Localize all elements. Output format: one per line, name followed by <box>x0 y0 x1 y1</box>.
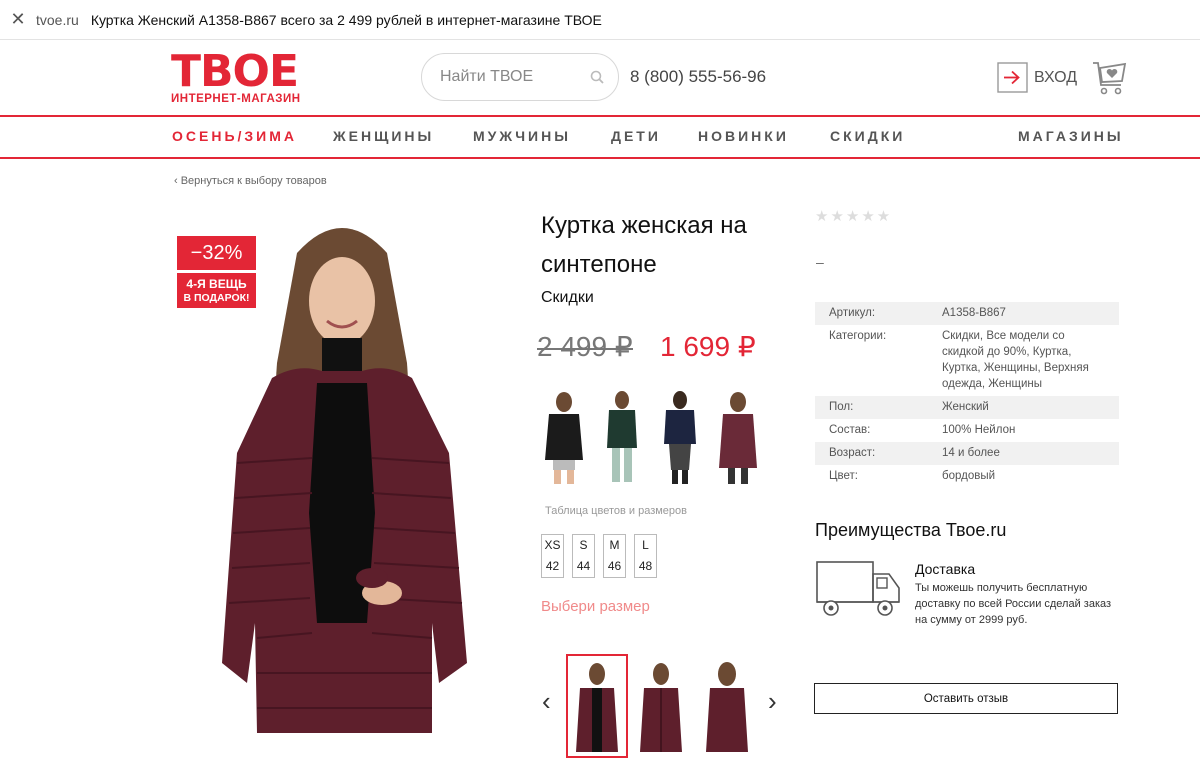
attr-value: Женский <box>942 396 1119 419</box>
promo-badge-line2: В ПОДАРОК! <box>183 292 250 304</box>
browser-tab-bar: ✕ tvoe.ru Куртка Женский A1358-B867 всег… <box>0 0 1200 40</box>
attr-key: Возраст: <box>815 442 942 465</box>
table-row: Артикул: A1358-B867 <box>815 302 1119 325</box>
choose-size-prompt: Выбери размер <box>541 598 650 615</box>
size-label: XS <box>544 538 561 552</box>
attr-value: A1358-B867 <box>942 302 1119 325</box>
size-option-xs[interactable]: XS 42 <box>541 534 564 578</box>
login-button[interactable]: ВХОД <box>997 62 1077 93</box>
size-number: 42 <box>545 559 560 573</box>
size-option-m[interactable]: M 46 <box>603 534 626 578</box>
thumbnail-back[interactable] <box>698 656 756 756</box>
thumbnail-front-zipped[interactable] <box>632 656 690 756</box>
attr-value: 100% Нейлон <box>942 424 1016 436</box>
advantages-title: Преимущества Твое.ru <box>815 520 1007 540</box>
delivery-title: Доставка <box>915 561 976 577</box>
logo-text: ТВОЕ <box>171 46 299 97</box>
discount-badge: −32% <box>177 236 256 270</box>
search-input[interactable] <box>440 68 580 86</box>
back-to-products-link[interactable]: ‹ Вернуться к выбору товаров <box>174 175 327 187</box>
header-divider-top <box>0 115 1200 117</box>
attr-key: Пол: <box>815 396 942 419</box>
attr-key: Цвет: <box>829 470 858 482</box>
size-option-s[interactable]: S 44 <box>572 534 595 578</box>
size-label: S <box>579 538 588 552</box>
delivery-description: Ты можешь получить бесплатную доставку п… <box>915 582 1112 626</box>
size-number: 44 <box>576 559 591 573</box>
nav-item-stores[interactable]: МАГАЗИНЫ <box>1018 128 1124 144</box>
tab-title: Куртка Женский A1358-B867 всего за 2 499… <box>90 11 602 28</box>
new-price: 1 699 ₽ <box>660 331 756 362</box>
chevron-left-icon[interactable]: ‹ <box>542 686 551 717</box>
login-label: ВХОД <box>1034 68 1078 86</box>
login-icon <box>997 62 1028 93</box>
size-table-link[interactable]: Таблица цветов и размеров <box>545 505 687 517</box>
color-swatch-burgundy[interactable] <box>715 388 761 486</box>
attr-key: Артикул: <box>815 302 942 325</box>
nav-item-women[interactable]: ЖЕНЩИНЫ <box>333 128 434 144</box>
logo-subtitle: ИНТЕРНЕТ-МАГАЗИН <box>171 93 301 105</box>
main-navigation: ОСЕНЬ/ЗИМА ЖЕНЩИНЫ МУЖЧИНЫ ДЕТИ НОВИНКИ … <box>0 118 1200 156</box>
reviews-count: – <box>816 254 824 270</box>
nav-item-autumn-winter[interactable]: ОСЕНЬ/ЗИМА <box>172 128 297 144</box>
size-label: L <box>642 538 649 552</box>
promo-badge-line1: 4-Я ВЕЩЬ <box>186 277 247 291</box>
color-swatches <box>541 388 761 486</box>
size-label: M <box>609 538 620 552</box>
site-logo[interactable]: ТВОЕ ИНТЕРНЕТ-МАГАЗИН <box>171 46 311 106</box>
rating-stars[interactable]: ★★★★★ <box>815 207 892 225</box>
color-swatch-navy[interactable] <box>657 388 703 486</box>
attr-key: Состав: <box>829 424 871 436</box>
size-number: 46 <box>607 559 622 573</box>
search-box[interactable] <box>421 53 619 101</box>
color-swatch-green[interactable] <box>599 388 645 486</box>
close-icon[interactable]: ✕ <box>0 9 36 30</box>
nav-item-sale[interactable]: СКИДКИ <box>830 128 905 144</box>
nav-item-kids[interactable]: ДЕТИ <box>611 128 661 144</box>
table-row: Возраст: 14 и более <box>815 442 1119 465</box>
nav-item-men[interactable]: МУЖЧИНЫ <box>473 128 571 144</box>
promo-badge: 4-Я ВЕЩЬ В ПОДАРОК! <box>177 273 256 308</box>
color-swatch-black[interactable] <box>541 388 587 486</box>
old-price: 2 499 ₽ <box>537 331 633 362</box>
table-row: Цвет: бордовый <box>815 465 1119 488</box>
chevron-right-icon[interactable]: › <box>768 686 777 717</box>
header-divider-bottom <box>0 157 1200 159</box>
leave-review-button[interactable]: Оставить отзыв <box>814 683 1118 714</box>
product-title: Куртка женская на синтепоне <box>541 212 747 278</box>
size-selector: XS 42 S 44 M 46 L 48 <box>541 534 657 578</box>
tab-domain: tvoe.ru <box>36 11 79 28</box>
thumbnail-front[interactable] <box>566 654 628 758</box>
table-row: Категории: Скидки, Все модели со скидкой … <box>815 325 1119 396</box>
product-category[interactable]: Скидки <box>541 289 594 307</box>
phone-number[interactable]: 8 (800) 555-56-96 <box>630 67 766 87</box>
truck-icon <box>816 561 900 616</box>
nav-item-new[interactable]: НОВИНКИ <box>698 128 789 144</box>
product-attributes-table: Артикул: A1358-B867 Категории: Скидки, Все… <box>815 302 1119 488</box>
table-row: Пол: Женский <box>815 396 1119 419</box>
size-option-l[interactable]: L 48 <box>634 534 657 578</box>
thumbnail-carousel: ‹ › <box>540 652 790 759</box>
size-number: 48 <box>638 559 653 573</box>
cart-icon[interactable] <box>1091 57 1127 97</box>
attr-value: Скидки, Все модели со скидкой до 90%, Ку… <box>942 330 1089 390</box>
search-icon[interactable] <box>590 70 604 84</box>
attr-value: бордовый <box>942 470 996 482</box>
table-row: Состав: 100% Нейлон <box>815 419 1119 442</box>
attr-value: 14 и более <box>942 442 1119 465</box>
attr-key: Категории: <box>829 330 887 342</box>
